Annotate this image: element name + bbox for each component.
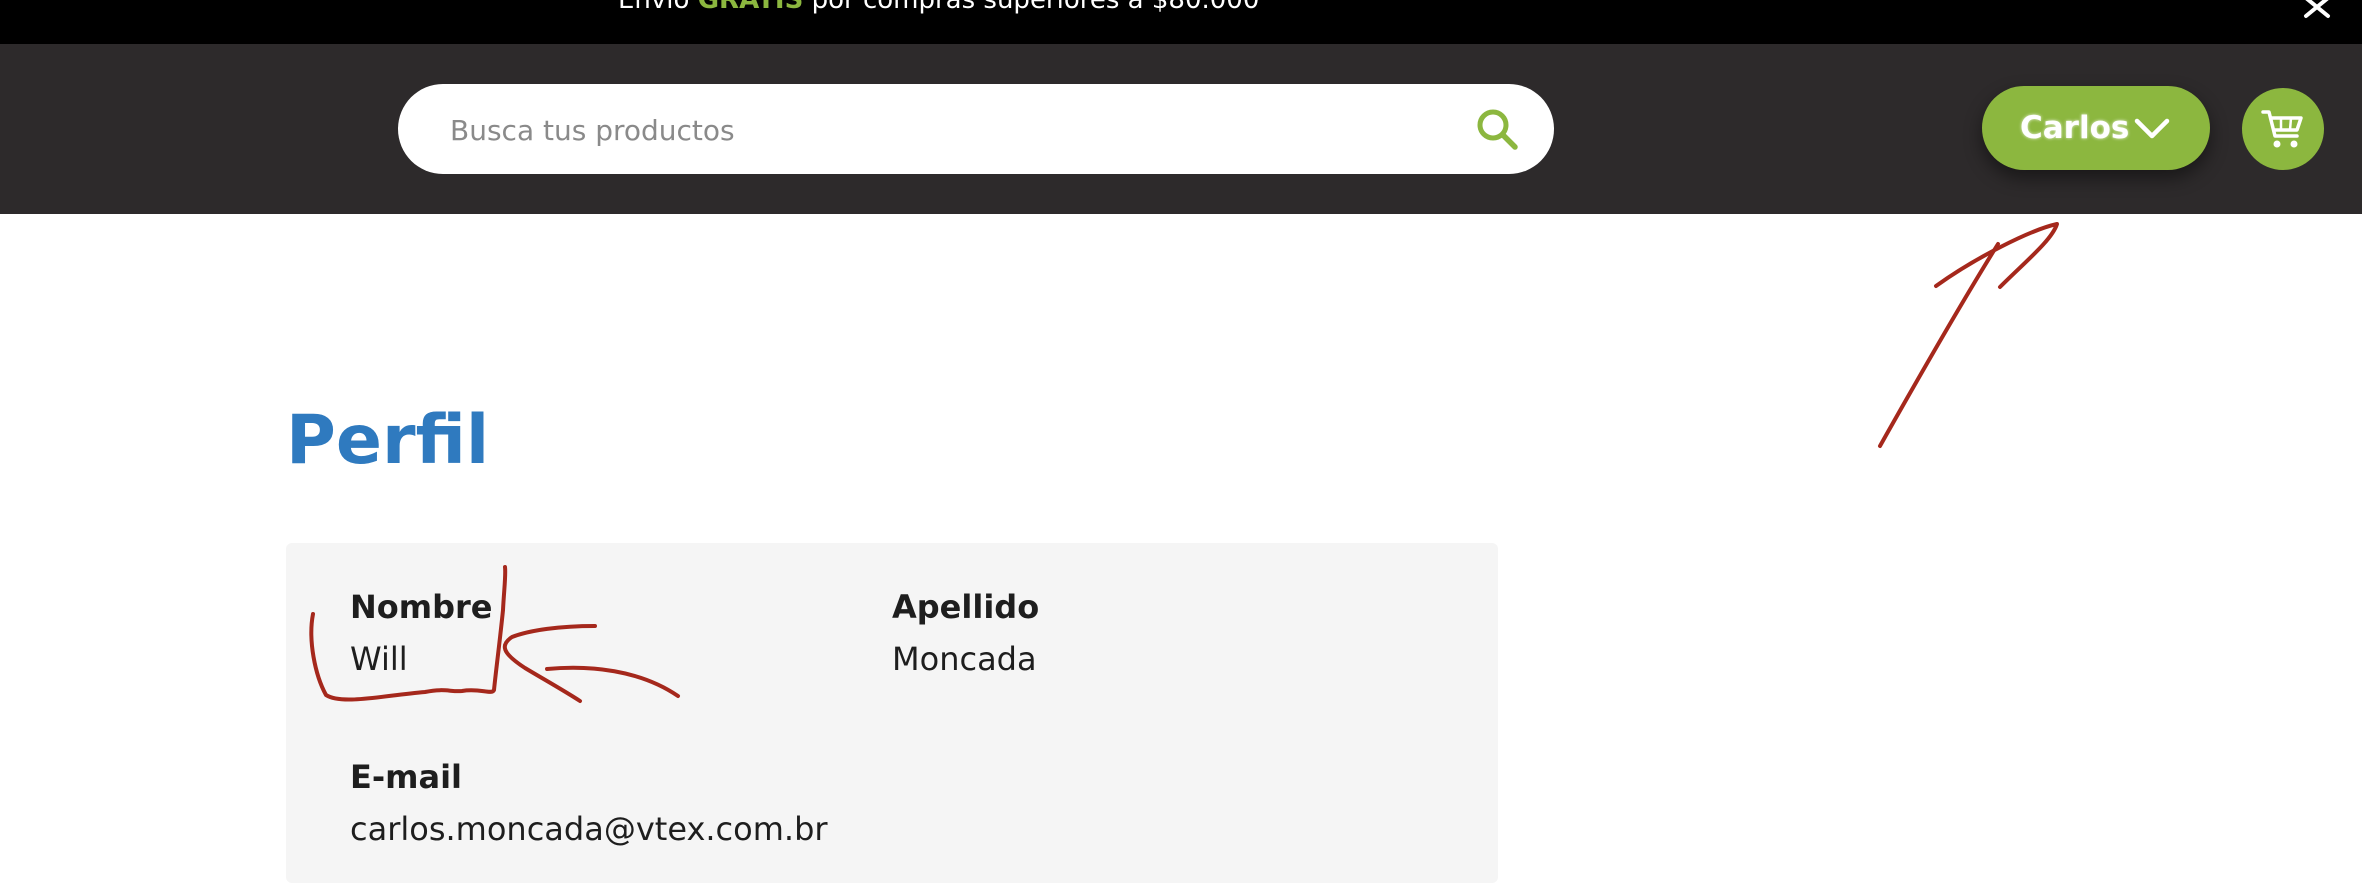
close-announcement-button[interactable] bbox=[2300, 0, 2334, 28]
announcement-bar: Envío GRATIS por compras superiores a $8… bbox=[0, 0, 2362, 44]
announcement-highlight: GRATIS bbox=[697, 0, 804, 15]
site-header: Carlos bbox=[0, 44, 2362, 214]
cart-button[interactable] bbox=[2242, 88, 2324, 170]
field-label: E-mail bbox=[350, 758, 463, 796]
cart-icon bbox=[2261, 110, 2303, 148]
search-bar[interactable] bbox=[398, 84, 1554, 176]
page-title: Perfil bbox=[286, 401, 490, 480]
field-first-name: Nombre Will bbox=[350, 587, 493, 679]
user-name: Carlos bbox=[2020, 110, 2130, 146]
profile-card: Nombre Will Apellido Moncada E-mail carl… bbox=[286, 543, 1498, 883]
user-menu-button[interactable]: Carlos bbox=[1982, 86, 2210, 170]
announcement-text-after: por compras superiores a $80.000 bbox=[811, 0, 1260, 15]
annotation-arrow-shaft bbox=[1878, 242, 2000, 448]
close-icon bbox=[2304, 0, 2330, 18]
field-value: Will bbox=[350, 640, 408, 678]
field-value: carlos.moncada@vtex.com.br bbox=[350, 810, 828, 848]
annotation-arrow-head bbox=[1934, 222, 2059, 289]
announcement-text: Envío GRATIS por compras superiores a $8… bbox=[618, 0, 1259, 16]
field-value: Moncada bbox=[892, 640, 1037, 678]
search-icon[interactable] bbox=[1474, 106, 1520, 152]
field-email: E-mail carlos.moncada@vtex.com.br bbox=[350, 757, 828, 849]
field-last-name: Apellido Moncada bbox=[892, 587, 1039, 679]
chevron-down-icon bbox=[2134, 118, 2170, 139]
announcement-text-before: Envío bbox=[618, 0, 690, 15]
field-label: Nombre bbox=[350, 588, 493, 626]
field-label: Apellido bbox=[892, 588, 1040, 626]
search-input[interactable] bbox=[448, 84, 1452, 176]
